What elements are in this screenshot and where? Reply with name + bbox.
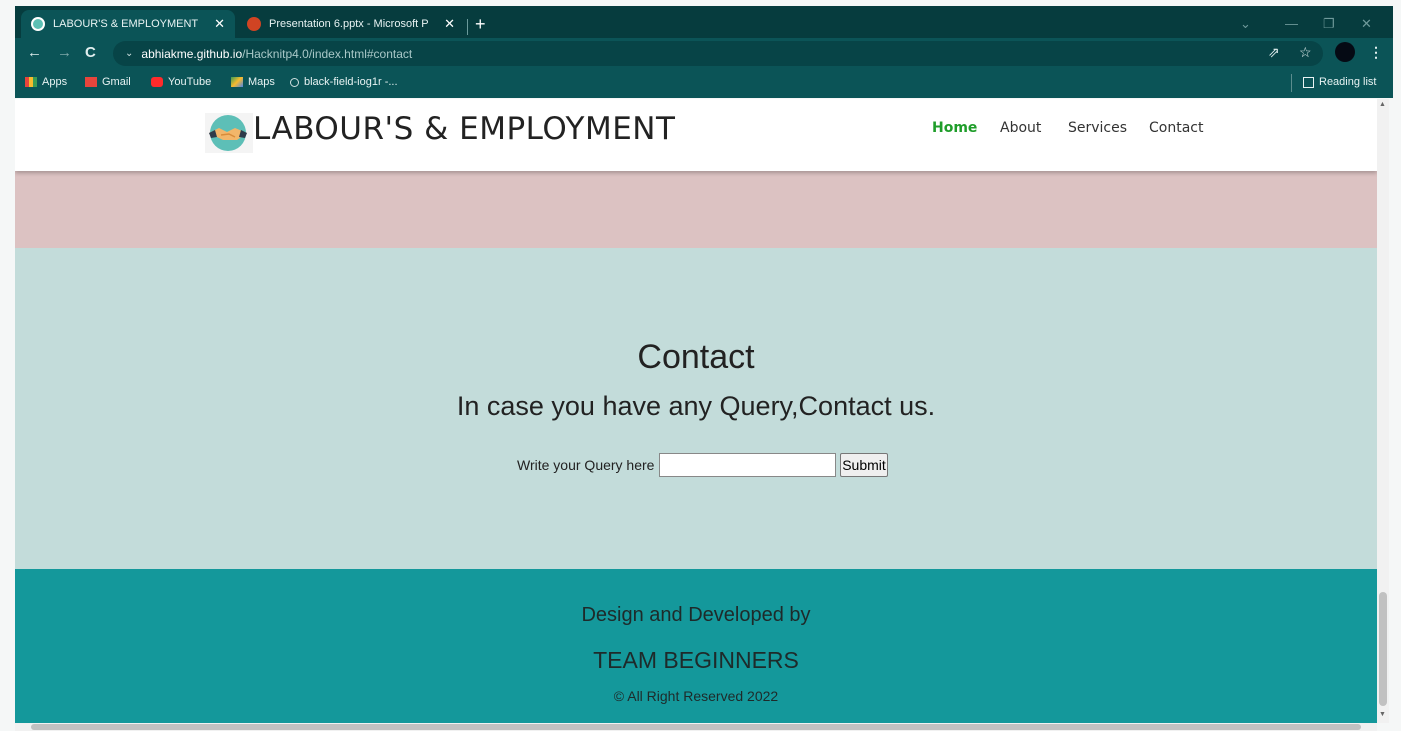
nav-about[interactable]: About xyxy=(1000,120,1041,136)
nav-services[interactable]: Services xyxy=(1068,120,1127,136)
scroll-down-icon[interactable]: ▼ xyxy=(1379,711,1386,718)
tab-strip: LABOUR'S & EMPLOYMENT ✕ Presentation 6.p… xyxy=(15,6,1393,38)
back-arrow-icon[interactable]: ← xyxy=(27,44,42,61)
bookmark-maps[interactable]: Maps xyxy=(231,76,275,88)
tab-title: Presentation 6.pptx - Microsoft P xyxy=(269,18,429,30)
site-header: LABOUR'S & EMPLOYMENT Home About Service… xyxy=(15,99,1377,171)
tab-title: LABOUR'S & EMPLOYMENT xyxy=(53,18,199,30)
nav-contact[interactable]: Contact xyxy=(1149,120,1203,136)
horizontal-scrollbar[interactable] xyxy=(15,723,1377,731)
url-host: abhiakme.github.io xyxy=(141,46,243,61)
youtube-icon xyxy=(151,77,163,87)
query-label: Write your Query here xyxy=(517,457,655,473)
tab-labours-employment[interactable]: LABOUR'S & EMPLOYMENT ✕ xyxy=(21,10,235,38)
bookmark-label: Apps xyxy=(42,76,68,88)
restore-icon[interactable]: ❐ xyxy=(1323,16,1335,32)
profile-avatar[interactable] xyxy=(1335,42,1355,62)
query-input[interactable] xyxy=(659,453,836,477)
bookmark-black-field[interactable]: black-field-iog1r -... xyxy=(290,76,398,88)
bookmark-label: Gmail xyxy=(102,76,131,88)
vertical-scroll-thumb[interactable] xyxy=(1379,592,1387,706)
bookmark-label: YouTube xyxy=(168,76,212,88)
star-icon[interactable]: ☆ xyxy=(1299,44,1312,61)
bookmark-label: Maps xyxy=(248,76,275,88)
bookmarks-bar: Apps Gmail YouTube Maps black-field-iog1… xyxy=(15,68,1393,98)
scroll-up-icon[interactable]: ▲ xyxy=(1379,101,1386,108)
bookmark-label: black-field-iog1r -... xyxy=(304,76,398,88)
nav-home[interactable]: Home xyxy=(932,120,977,136)
tab-presentation[interactable]: Presentation 6.pptx - Microsoft P ✕ xyxy=(237,10,465,38)
contact-title: Contact xyxy=(637,338,755,376)
vertical-scrollbar[interactable]: ▲ ▼ xyxy=(1377,99,1389,723)
share-icon[interactable]: ⇗ xyxy=(1268,44,1280,61)
horizontal-scroll-thumb[interactable] xyxy=(31,724,1361,730)
kebab-menu-icon[interactable]: ⋮ xyxy=(1369,44,1383,61)
bookmark-gmail[interactable]: Gmail xyxy=(85,76,131,88)
minimize-icon[interactable]: — xyxy=(1285,16,1298,31)
bookmark-label: Reading list xyxy=(1319,76,1377,88)
reading-list-icon xyxy=(1303,76,1314,88)
close-tab-icon[interactable]: ✕ xyxy=(444,16,455,32)
bookmarks-separator xyxy=(1291,74,1292,92)
address-bar[interactable]: ⌄ abhiakme.github.io/Hacknitp4.0/index.h… xyxy=(113,41,1323,66)
footer-team-name: TEAM BEGINNERS xyxy=(593,647,799,673)
contact-section: Contact In case you have any Query,Conta… xyxy=(15,248,1377,569)
close-tab-icon[interactable]: ✕ xyxy=(214,16,225,32)
browser-window: LABOUR'S & EMPLOYMENT ✕ Presentation 6.p… xyxy=(0,0,1401,731)
footer-copyright: © All Right Reserved 2022 xyxy=(613,688,779,704)
powerpoint-icon xyxy=(247,17,261,31)
tab-search-icon[interactable]: ⌄ xyxy=(1240,16,1251,32)
window-close-icon[interactable]: ✕ xyxy=(1361,16,1372,32)
url-path: /Hacknitp4.0/index.html#contact xyxy=(242,46,413,61)
bookmark-apps[interactable]: Apps xyxy=(25,76,67,88)
bookmark-youtube[interactable]: YouTube xyxy=(151,76,211,88)
page-viewport: LABOUR'S & EMPLOYMENT Home About Service… xyxy=(15,99,1377,723)
new-tab-button[interactable]: + xyxy=(475,15,486,33)
apps-grid-icon xyxy=(25,77,37,87)
footer-credit: Design and Developed by xyxy=(581,604,811,626)
services-section-bottom xyxy=(15,171,1377,248)
maps-icon xyxy=(231,77,243,87)
reload-icon[interactable]: C xyxy=(85,44,96,61)
contact-subtitle: In case you have any Query,Contact us. xyxy=(456,391,936,421)
reading-list-button[interactable]: Reading list xyxy=(1303,76,1376,88)
site-footer: Design and Developed by TEAM BEGINNERS ©… xyxy=(15,569,1377,723)
handshake-logo-icon xyxy=(205,113,253,153)
forward-arrow-icon[interactable]: → xyxy=(57,44,72,61)
gmail-icon xyxy=(85,77,97,87)
site-brand-title[interactable]: LABOUR'S & EMPLOYMENT xyxy=(253,111,675,147)
submit-button[interactable]: Submit xyxy=(840,453,888,477)
tab-separator xyxy=(467,19,468,35)
site-favicon-icon xyxy=(31,17,45,31)
browser-toolbar: ← → C ⌄ abhiakme.github.io/Hacknitp4.0/i… xyxy=(15,38,1393,68)
chevron-down-icon[interactable]: ⌄ xyxy=(125,48,133,59)
codesandbox-icon xyxy=(290,77,299,87)
